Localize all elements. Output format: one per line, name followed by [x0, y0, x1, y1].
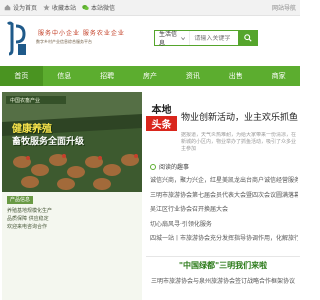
site-nav-link[interactable]: 网站导航 — [272, 3, 296, 12]
divider — [146, 256, 300, 257]
news-list-item[interactable]: 四城一站丨市旅游协会充分发挥指导协调作用，化解旅行社 — [150, 232, 298, 247]
badge-top-text: 本地 — [146, 100, 177, 116]
nav-home[interactable]: 首页 — [0, 66, 43, 86]
promo-banner[interactable]: 中国农畜产业 健康养殖 畜牧服务全面升级 — [2, 92, 142, 192]
search-input[interactable] — [190, 34, 239, 42]
nav-sale[interactable]: 出售 — [214, 66, 257, 86]
set-homepage-label: 设为首页 — [13, 5, 38, 12]
product-info-line: 品质保障 供应稳定 — [7, 216, 49, 222]
set-homepage-link[interactable]: 设为首页 — [4, 3, 37, 12]
news-list-item[interactable]: 切心扇风寻·引领化服务 — [150, 218, 298, 233]
search-category-label: 生活信息 — [159, 31, 178, 47]
top-utility-bar: 设为首页 收藏本站 本站微信 网站导航 — [0, 0, 300, 16]
nav-info[interactable]: 信息 — [43, 66, 86, 86]
local-headline-badge: 本地 头条 — [146, 100, 177, 131]
local-news-panel: 本地 头条 物业创新活动，业主欢乐抓鱼 据报道，天气炎热难耐，为给大家带来一份清… — [146, 92, 300, 300]
site-slogan-sub: 数字乡村产业信息综合服务平台 — [36, 39, 92, 44]
star-icon — [43, 4, 50, 11]
product-info-line: 欢迎来电咨询合作 — [7, 224, 48, 230]
news-list-item[interactable]: 三明市旅游协会第七届会员代表大会暨四次会议圆满落幕 — [150, 189, 298, 204]
news-list: 诚信兴商，聚力兴企，红星美凯龙出台商户诚信经营服务 三明市旅游协会第七届会员代表… — [150, 174, 298, 247]
site-logo[interactable] — [4, 20, 30, 58]
nav-realestate[interactable]: 房产 — [129, 66, 172, 86]
nav-news[interactable]: 资讯 — [171, 66, 214, 86]
badge-bottom-text: 头条 — [146, 116, 177, 131]
search-category-select[interactable]: 生活信息 — [155, 31, 191, 47]
search-button[interactable] — [238, 31, 257, 45]
news-list-item[interactable]: 诚信兴商，聚力兴企，红星美凯龙出台商户诚信经营服务 — [150, 174, 298, 189]
news-list-item[interactable]: 吴江区行业协会召开换届大会 — [150, 203, 298, 218]
banner-title-line2: 畜牧服务全面升级 — [12, 137, 85, 147]
wechat-icon — [82, 5, 89, 10]
home-icon — [4, 4, 11, 11]
search-icon — [243, 34, 252, 42]
product-info-line: 养殖基地规模化生产 — [7, 208, 53, 214]
bookmark-link[interactable]: 收藏本站 — [43, 3, 76, 12]
headline-link[interactable]: 物业创新活动，业主欢乐抓鱼 — [181, 110, 298, 123]
feature-title-link[interactable]: "中国绿都"三明我们来啦 — [146, 260, 300, 271]
bookmark-label: 收藏本站 — [52, 5, 77, 12]
nav-jobs[interactable]: 招聘 — [86, 66, 129, 86]
product-info-heading: 产品信息 — [7, 196, 34, 204]
headline-summary: 据报道，天气炎热难耐，为给大家带来一份清凉，在新城的小区内，物业举办了抓鱼活动，… — [181, 132, 297, 152]
site-slogan: 服务中小企业 服务农业企业 — [38, 30, 125, 37]
circle-icon — [150, 163, 156, 170]
main-nav: 首页 信息 招聘 房产 资讯 出售 商家 — [0, 66, 300, 86]
nav-merchants[interactable]: 商家 — [257, 66, 300, 86]
feature-subtitle-link[interactable]: 三明市旅游协会与泉州旅游协会签订战略合作框架协议 — [146, 276, 300, 285]
banner-title-line1: 健康养殖 — [12, 124, 52, 135]
section-title: 阅读的趣事 — [150, 162, 189, 171]
wechat-label: 本站微信 — [91, 5, 116, 12]
banner-company: 中国农畜产业 — [10, 98, 41, 104]
search-bar: 生活信息 — [154, 30, 258, 47]
section-title-text: 阅读的趣事 — [159, 164, 190, 171]
wechat-link[interactable]: 本站微信 — [82, 3, 115, 12]
chevron-down-icon — [181, 36, 186, 40]
site-header: 服务中小企业 服务农业企业 数字乡村产业信息综合服务平台 生活信息 — [0, 16, 300, 66]
product-info-box: 产品信息 养殖基地规模化生产 品质保障 供应稳定 欢迎来电咨询合作 — [2, 192, 142, 300]
